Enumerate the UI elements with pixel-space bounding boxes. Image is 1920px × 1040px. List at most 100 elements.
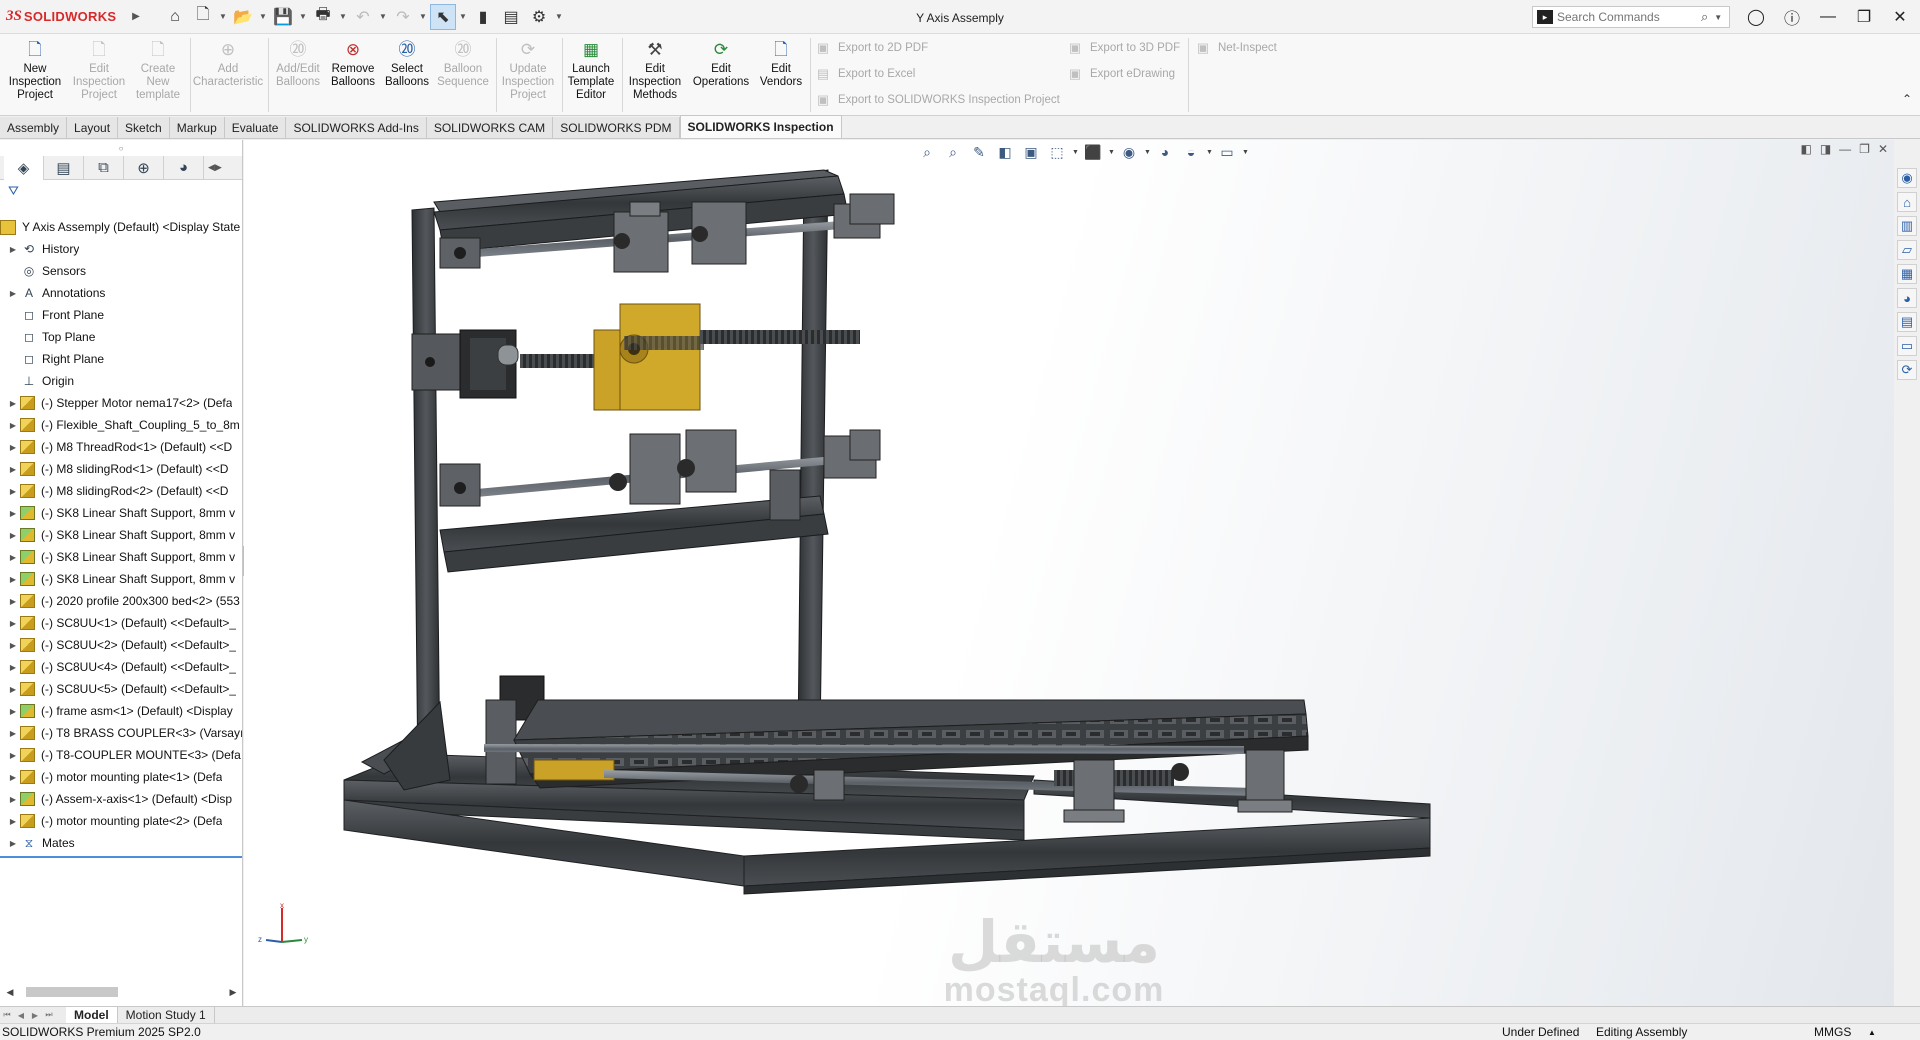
edit-operations-button[interactable]: ⟳ Edit Operations xyxy=(688,38,754,108)
user-account-icon[interactable]: ◯ xyxy=(1740,4,1772,30)
export-excel-button[interactable]: ▤ Export to Excel xyxy=(814,64,916,84)
select-cursor-icon[interactable]: ⬉ xyxy=(430,3,456,30)
edit-inspection-methods-button[interactable]: ⚒ Edit Inspection Methods xyxy=(624,38,686,108)
new-inspection-project-button[interactable]: 🗋 New Inspection Project xyxy=(4,38,66,108)
file-properties-icon[interactable]: ▤ xyxy=(498,4,524,30)
new-dropdown-icon[interactable]: ▼ xyxy=(218,12,228,21)
tree-item[interactable]: ▶ (-) SC8UU<1> (Default) <<Default>_ xyxy=(0,612,242,634)
options-dropdown-icon[interactable]: ▼ xyxy=(554,12,564,21)
close-button[interactable]: ✕ xyxy=(1884,4,1916,30)
file-explorer-icon[interactable]: ▱ xyxy=(1897,240,1917,260)
tree-item[interactable]: ▶ (-) M8 slidingRod<1> (Default) <<D xyxy=(0,458,242,480)
tab-layout[interactable]: Layout xyxy=(67,117,119,138)
tree-item[interactable]: ▶ (-) Stepper Motor nema17<2> (Defa xyxy=(0,392,242,414)
minimize-button[interactable]: — xyxy=(1812,4,1844,30)
tree-item[interactable]: ▶ A Annotations xyxy=(0,282,242,304)
save-icon[interactable]: 💾 xyxy=(270,4,296,30)
tree-horizontal-scrollbar[interactable]: ◀ ▶ xyxy=(4,984,239,1000)
tree-item[interactable]: ◻ Front Plane xyxy=(0,304,242,326)
design-library-icon[interactable]: ▥ xyxy=(1897,216,1917,236)
tab-cam[interactable]: SOLIDWORKS CAM xyxy=(426,117,554,138)
expand-arrow-icon[interactable]: ▶ xyxy=(6,399,20,408)
search-icon[interactable]: ⌕ xyxy=(1701,9,1708,25)
expand-arrow-icon[interactable]: ▶ xyxy=(6,597,20,606)
tree-item[interactable]: ◎ Sensors xyxy=(0,260,242,282)
options-gear-icon[interactable]: ⚙ xyxy=(526,4,552,30)
tree-item[interactable]: ▶ (-) T8-COUPLER MOUNTE<3> (Defa xyxy=(0,744,242,766)
solidworks-resources-icon[interactable]: ◉ xyxy=(1897,168,1917,188)
tree-item[interactable]: ▶ (-) Assem-x-axis<1> (Default) <Disp xyxy=(0,788,242,810)
tree-item[interactable]: ▶ (-) SK8 Linear Shaft Support, 8mm v xyxy=(0,502,242,524)
tree-item[interactable]: ▶ (-) SK8 Linear Shaft Support, 8mm v xyxy=(0,524,242,546)
display-manager-tab-icon[interactable]: ◕ xyxy=(164,155,204,180)
tree-item[interactable]: ▶ (-) M8 ThreadRod<1> (Default) <<D xyxy=(0,436,242,458)
update-icon[interactable]: ⟳ xyxy=(1897,360,1917,380)
home-icon[interactable]: ⌂ xyxy=(1897,192,1917,212)
expand-arrow-icon[interactable]: ▶ xyxy=(6,575,20,584)
expand-arrow-icon[interactable]: ▶ xyxy=(6,531,20,540)
tree-item[interactable]: ⊥ Origin xyxy=(0,370,242,392)
expand-arrow-icon[interactable]: ▶ xyxy=(6,641,20,650)
custom-properties-icon[interactable]: ▤ xyxy=(1897,312,1917,332)
expand-arrow-icon[interactable]: ▶ xyxy=(6,443,20,452)
last-tab-icon[interactable]: ⏭ xyxy=(42,1010,56,1020)
tree-item[interactable]: ◻ Top Plane xyxy=(0,326,242,348)
search-scope-icon[interactable]: ▸ xyxy=(1537,10,1553,24)
launch-template-editor-button[interactable]: ▦ Launch Template Editor xyxy=(564,38,618,108)
redo-dropdown-icon[interactable]: ▼ xyxy=(418,12,428,21)
tab-pdm[interactable]: SOLIDWORKS PDM xyxy=(553,117,680,138)
tree-item[interactable]: ▶ (-) SC8UU<5> (Default) <<Default>_ xyxy=(0,678,242,700)
panel-grip-icon[interactable]: ○ xyxy=(0,140,242,156)
collapse-ribbon-icon[interactable]: ⌃ xyxy=(1902,92,1912,106)
select-balloons-button[interactable]: ⑳ Select Balloons xyxy=(380,38,434,108)
tab-sketch[interactable]: Sketch xyxy=(118,117,170,138)
tab-scroll-arrows-icon[interactable]: ◀▶ xyxy=(208,162,222,173)
tree-item[interactable]: ▶ (-) SC8UU<2> (Default) <<Default>_ xyxy=(0,634,242,656)
undo-dropdown-icon[interactable]: ▼ xyxy=(378,12,388,21)
menu-expand-icon[interactable]: ▶ xyxy=(130,11,142,22)
scroll-track[interactable] xyxy=(16,987,227,997)
expand-arrow-icon[interactable]: ▶ xyxy=(6,707,20,716)
next-tab-icon[interactable]: ▶ xyxy=(28,1011,42,1020)
expand-arrow-icon[interactable]: ▶ xyxy=(6,729,20,738)
tree-item[interactable]: ▶ ⟲ History xyxy=(0,238,242,260)
tab-inspection[interactable]: SOLIDWORKS Inspection xyxy=(679,115,842,138)
redo-icon[interactable]: ↷ xyxy=(390,4,416,30)
expand-arrow-icon[interactable]: ▶ xyxy=(6,619,20,628)
create-template-button[interactable]: 🗋 Create New template xyxy=(132,38,184,108)
appearances-icon[interactable]: ◕ xyxy=(1897,288,1917,308)
expand-arrow-icon[interactable]: ▶ xyxy=(6,245,20,254)
expand-arrow-icon[interactable]: ▶ xyxy=(6,773,20,782)
expand-arrow-icon[interactable]: ▶ xyxy=(6,663,20,672)
print-dropdown-icon[interactable]: ▼ xyxy=(338,12,348,21)
expand-arrow-icon[interactable]: ▶ xyxy=(6,553,20,562)
scroll-right-icon[interactable]: ▶ xyxy=(227,987,239,998)
export-inspection-project-button[interactable]: ▣ Export to SOLIDWORKS Inspection Project xyxy=(814,90,1060,110)
help-icon[interactable]: ⓘ xyxy=(1776,4,1808,30)
tab-markup[interactable]: Markup xyxy=(169,117,225,138)
net-inspect-button[interactable]: ▣ Net-Inspect xyxy=(1194,38,1277,58)
export-edrawing-button[interactable]: ▣ Export eDrawing xyxy=(1066,64,1175,84)
scroll-thumb[interactable] xyxy=(26,987,118,997)
edit-vendors-button[interactable]: 🗋 Edit Vendors xyxy=(756,38,806,108)
tree-item[interactable]: ◻ Right Plane xyxy=(0,348,242,370)
update-inspection-project-button[interactable]: ⟳ Update Inspection Project xyxy=(498,38,558,108)
expand-arrow-icon[interactable]: ▶ xyxy=(6,685,20,694)
tab-model[interactable]: Model xyxy=(66,1006,118,1024)
new-document-icon[interactable]: 🗋 xyxy=(190,4,216,30)
tree-item[interactable]: ▶ (-) T8 BRASS COUPLER<3> (Varsayıl xyxy=(0,722,242,744)
feature-manager-tab-icon[interactable]: ◈ xyxy=(4,155,44,180)
tree-item[interactable]: ▶ (-) SC8UU<4> (Default) <<Default>_ xyxy=(0,656,242,678)
expand-arrow-icon[interactable]: ▶ xyxy=(6,817,20,826)
search-dropdown-icon[interactable]: ▼ xyxy=(1714,13,1722,22)
expand-arrow-icon[interactable]: ▶ xyxy=(6,465,20,474)
home-icon[interactable]: ⌂ xyxy=(162,4,188,30)
first-tab-icon[interactable]: ⏮ xyxy=(0,1010,14,1020)
filter-icon[interactable]: ⛛ xyxy=(0,180,242,202)
units-selector[interactable]: MMGS xyxy=(1814,1025,1851,1039)
expand-arrow-icon[interactable]: ▶ xyxy=(6,839,20,848)
balloon-sequence-button[interactable]: ⑳ Balloon Sequence xyxy=(434,38,492,108)
traffic-light-icon[interactable]: ▮ xyxy=(470,4,496,30)
expand-arrow-icon[interactable]: ▶ xyxy=(6,421,20,430)
print-icon[interactable]: 🖶 xyxy=(310,4,336,30)
